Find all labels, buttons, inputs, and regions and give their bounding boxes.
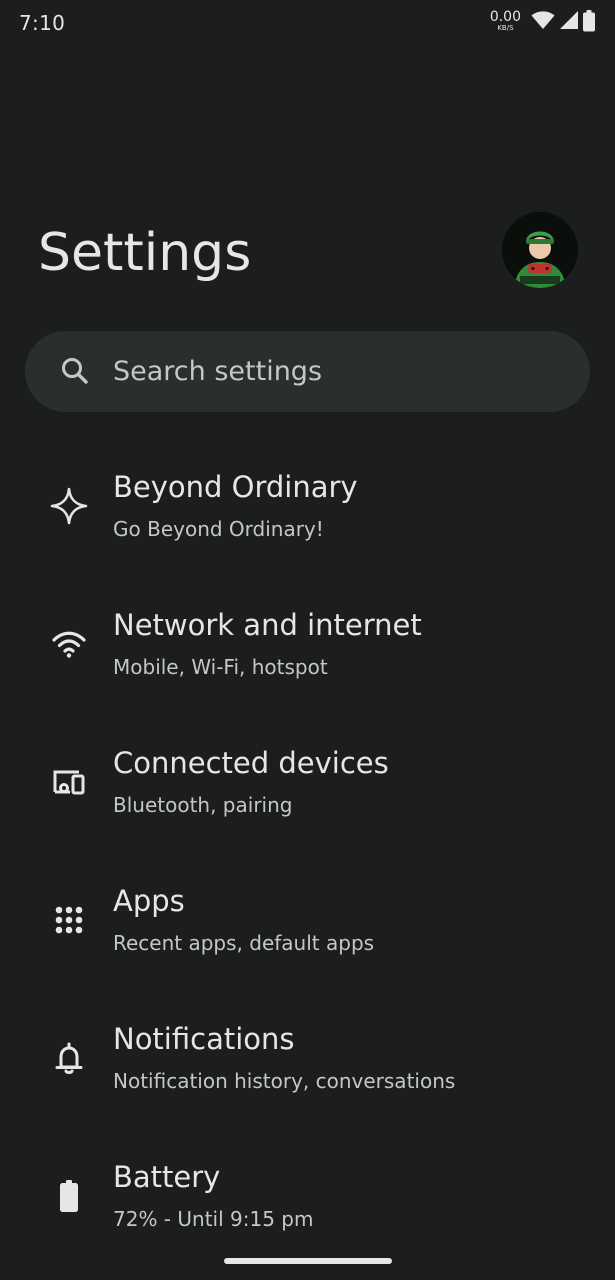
apps-grid-icon bbox=[47, 898, 91, 942]
settings-item-subtitle: Bluetooth, pairing bbox=[113, 793, 293, 817]
settings-item-title: Apps bbox=[113, 884, 185, 918]
wifi-icon bbox=[47, 622, 91, 666]
status-time: 7:10 bbox=[19, 11, 66, 35]
sparkle-icon bbox=[47, 484, 91, 528]
settings-item-subtitle: Recent apps, default apps bbox=[113, 931, 375, 955]
network-speed-value: 0.00 bbox=[489, 9, 521, 25]
network-speed: 0.00 KB/S bbox=[490, 10, 521, 32]
settings-item-subtitle: Mobile, Wi-Fi, hotspot bbox=[113, 655, 328, 679]
settings-list: Beyond Ordinary Go Beyond Ordinary! Netw… bbox=[0, 438, 615, 1266]
settings-item-battery[interactable]: Battery 72% - Until 9:15 pm bbox=[0, 1128, 615, 1266]
devices-icon bbox=[47, 760, 91, 804]
settings-item-network[interactable]: Network and internet Mobile, Wi-Fi, hots… bbox=[0, 576, 615, 714]
settings-item-title: Beyond Ordinary bbox=[113, 470, 358, 504]
status-bar: 7:10 0.00 KB/S bbox=[0, 0, 615, 48]
bell-icon bbox=[47, 1036, 91, 1080]
settings-item-connected-devices[interactable]: Connected devices Bluetooth, pairing bbox=[0, 714, 615, 852]
settings-item-title: Notifications bbox=[113, 1022, 295, 1056]
settings-item-title: Battery bbox=[113, 1160, 221, 1194]
settings-item-title: Connected devices bbox=[113, 746, 389, 780]
gesture-nav-handle[interactable] bbox=[224, 1258, 392, 1264]
settings-item-subtitle: 72% - Until 9:15 pm bbox=[113, 1207, 314, 1231]
search-icon[interactable] bbox=[58, 354, 92, 388]
settings-item-apps[interactable]: Apps Recent apps, default apps bbox=[0, 852, 615, 990]
cell-signal-icon bbox=[559, 10, 579, 30]
battery-icon bbox=[583, 10, 595, 32]
settings-item-beyond-ordinary[interactable]: Beyond Ordinary Go Beyond Ordinary! bbox=[0, 438, 615, 576]
search-input[interactable] bbox=[113, 351, 553, 391]
settings-item-subtitle: Go Beyond Ordinary! bbox=[113, 517, 324, 541]
battery-icon bbox=[47, 1174, 91, 1218]
profile-avatar[interactable] bbox=[502, 212, 578, 288]
wifi-icon bbox=[531, 10, 555, 30]
settings-item-title: Network and internet bbox=[113, 608, 422, 642]
settings-item-subtitle: Notification history, conversations bbox=[113, 1069, 456, 1093]
network-speed-unit: KB/S bbox=[497, 24, 514, 32]
page-title: Settings bbox=[38, 223, 252, 283]
settings-item-notifications[interactable]: Notifications Notification history, conv… bbox=[0, 990, 615, 1128]
status-icons: 0.00 KB/S bbox=[490, 10, 595, 38]
